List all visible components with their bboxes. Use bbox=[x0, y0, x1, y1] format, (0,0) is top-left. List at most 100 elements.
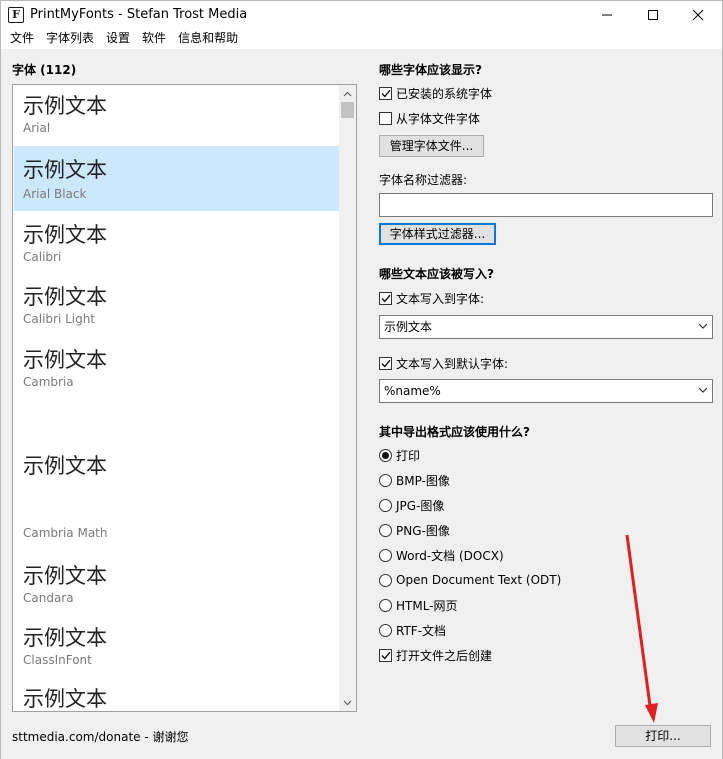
installed-fonts-checkbox[interactable]: 已安装的系统字体 bbox=[379, 85, 492, 101]
font-list-scrollbar[interactable] bbox=[339, 85, 356, 711]
font-name: Cambria bbox=[23, 375, 74, 389]
font-sample-text: 示例文本 bbox=[23, 285, 107, 309]
minimize-button[interactable] bbox=[584, 1, 630, 29]
checkbox-unchecked-icon[interactable] bbox=[379, 111, 392, 125]
close-button[interactable] bbox=[675, 1, 721, 29]
menu-font-list[interactable]: 字体列表 bbox=[40, 29, 100, 49]
export-print-radio[interactable]: 打印 bbox=[379, 447, 420, 463]
font-sample-text: 示例文本 bbox=[23, 94, 107, 118]
manage-font-files-button[interactable]: 管理字体文件... bbox=[379, 135, 484, 157]
export-option-label: Open Document Text (ODT) bbox=[396, 573, 562, 587]
name-filter-label: 字体名称过滤器: bbox=[379, 173, 468, 187]
font-list-item[interactable]: 示例文本 Candara bbox=[14, 552, 339, 614]
print-button[interactable]: 打印... bbox=[615, 725, 711, 747]
style-filter-button[interactable]: 字体样式过滤器... bbox=[379, 223, 496, 245]
font-list-item[interactable]: 示例文本 ClassInFont bbox=[14, 614, 339, 675]
radio-unselected-icon[interactable] bbox=[379, 573, 392, 587]
sample-text-value: 示例文本 bbox=[384, 320, 433, 334]
default-text-value: %name% bbox=[384, 384, 441, 398]
display-section-title: 哪些字体应该显示? bbox=[379, 63, 482, 77]
chevron-down-icon bbox=[343, 700, 352, 705]
chevron-down-icon bbox=[698, 323, 708, 329]
checkbox-checked-icon[interactable] bbox=[379, 291, 392, 305]
menu-file[interactable]: 文件 bbox=[4, 29, 40, 49]
font-list-item[interactable]: 示例文本 Cambria bbox=[14, 336, 339, 432]
export-jpg-radio[interactable]: JPG-图像 bbox=[379, 497, 444, 513]
menu-info-help[interactable]: 信息和帮助 bbox=[172, 29, 244, 49]
font-list-item[interactable]: 示例文本 Calibri Light bbox=[14, 273, 339, 336]
export-docx-radio[interactable]: Word-文档 (DOCX) bbox=[379, 547, 504, 563]
font-list-item[interactable]: 示例文本 Cambria Math bbox=[14, 432, 339, 552]
menu-software[interactable]: 软件 bbox=[136, 29, 172, 49]
font-list[interactable]: 示例文本 Arial 示例文本 Arial Black 示例文本 Calibri… bbox=[12, 84, 357, 712]
write-to-default-checkbox[interactable]: 文本写入到默认字体: bbox=[379, 355, 508, 371]
font-files-checkbox[interactable]: 从字体文件字体 bbox=[379, 110, 480, 126]
export-option-label: JPG-图像 bbox=[396, 498, 445, 513]
radio-unselected-icon[interactable] bbox=[379, 598, 392, 612]
scroll-thumb[interactable] bbox=[341, 102, 354, 118]
chevron-up-icon bbox=[343, 91, 352, 96]
app-logo-icon: F bbox=[8, 7, 24, 23]
export-option-label: BMP-图像 bbox=[396, 473, 450, 488]
fonts-count-label: 字体 (112) bbox=[12, 63, 77, 77]
app-window: F PrintMyFonts - Stefan Trost Media 文件 字… bbox=[0, 0, 723, 759]
export-option-label: PNG-图像 bbox=[396, 523, 450, 538]
font-name: Calibri Light bbox=[23, 312, 96, 326]
radio-unselected-icon[interactable] bbox=[379, 498, 392, 512]
font-sample-text: 示例文本 bbox=[23, 626, 107, 650]
radio-selected-icon[interactable] bbox=[379, 448, 392, 462]
font-list-item[interactable]: 示例文本 Calibri bbox=[14, 211, 339, 273]
maximize-button[interactable] bbox=[630, 1, 676, 29]
font-sample-text: 示例文本 bbox=[23, 158, 107, 182]
font-list-item[interactable]: 示例文本 bbox=[14, 675, 339, 711]
write-to-font-label: 文本写入到字体: bbox=[396, 291, 485, 306]
font-sample-text: 示例文本 bbox=[23, 348, 107, 372]
font-files-label: 从字体文件字体 bbox=[396, 111, 481, 126]
radio-unselected-icon[interactable] bbox=[379, 548, 392, 562]
export-option-label: Word-文档 (DOCX) bbox=[396, 548, 504, 563]
export-odt-radio[interactable]: Open Document Text (ODT) bbox=[379, 572, 561, 588]
name-filter-input[interactable] bbox=[379, 193, 713, 217]
font-name: Cambria Math bbox=[23, 526, 108, 540]
export-html-radio[interactable]: HTML-网页 bbox=[379, 597, 458, 613]
export-option-label: HTML-网页 bbox=[396, 598, 458, 613]
font-sample-text: 示例文本 bbox=[23, 687, 107, 711]
donate-link[interactable]: sttmedia.com/donate - 谢谢您 bbox=[12, 728, 189, 745]
font-sample-text: 示例文本 bbox=[23, 223, 107, 247]
default-text-combobox[interactable]: %name% bbox=[379, 379, 713, 403]
font-name: Candara bbox=[23, 591, 74, 605]
maximize-icon bbox=[648, 10, 658, 20]
checkbox-checked-icon[interactable] bbox=[379, 86, 392, 100]
sample-text-combobox[interactable]: 示例文本 bbox=[379, 315, 713, 339]
close-icon bbox=[692, 9, 704, 21]
menu-bar: 文件 字体列表 设置 软件 信息和帮助 bbox=[1, 29, 722, 49]
export-option-label: 打印 bbox=[396, 448, 421, 463]
font-list-item-selected[interactable]: 示例文本 Arial Black bbox=[14, 146, 339, 211]
font-list-item[interactable]: 示例文本 Arial bbox=[14, 86, 339, 150]
export-bmp-radio[interactable]: BMP-图像 bbox=[379, 472, 450, 488]
export-rtf-radio[interactable]: RTF-文档 bbox=[379, 622, 446, 638]
text-section-title: 哪些文本应该被写入? bbox=[379, 267, 494, 281]
scroll-down-button[interactable] bbox=[339, 694, 356, 711]
window-title: PrintMyFonts - Stefan Trost Media bbox=[30, 7, 248, 22]
chevron-down-icon bbox=[698, 387, 708, 393]
client-area: 字体 (112) 示例文本 Arial 示例文本 Arial Black 示例文… bbox=[1, 49, 722, 759]
menu-settings[interactable]: 设置 bbox=[100, 29, 136, 49]
radio-unselected-icon[interactable] bbox=[379, 473, 392, 487]
font-sample-text: 示例文本 bbox=[23, 454, 107, 478]
scroll-up-button[interactable] bbox=[339, 85, 356, 102]
export-png-radio[interactable]: PNG-图像 bbox=[379, 522, 450, 538]
export-section-title: 其中导出格式应该使用什么? bbox=[379, 425, 530, 439]
write-to-font-checkbox[interactable]: 文本写入到字体: bbox=[379, 290, 484, 306]
font-name: Calibri bbox=[23, 250, 62, 264]
installed-fonts-label: 已安装的系统字体 bbox=[396, 86, 493, 101]
open-after-create-checkbox[interactable]: 打开文件之后创建 bbox=[379, 647, 492, 663]
radio-unselected-icon[interactable] bbox=[379, 623, 392, 637]
font-sample-text: 示例文本 bbox=[23, 564, 107, 588]
write-to-default-label: 文本写入到默认字体: bbox=[396, 356, 509, 371]
checkbox-checked-icon[interactable] bbox=[379, 648, 392, 662]
open-after-create-label: 打开文件之后创建 bbox=[396, 648, 493, 663]
radio-unselected-icon[interactable] bbox=[379, 523, 392, 537]
checkbox-checked-icon[interactable] bbox=[379, 356, 392, 370]
font-name: ClassInFont bbox=[23, 653, 92, 667]
